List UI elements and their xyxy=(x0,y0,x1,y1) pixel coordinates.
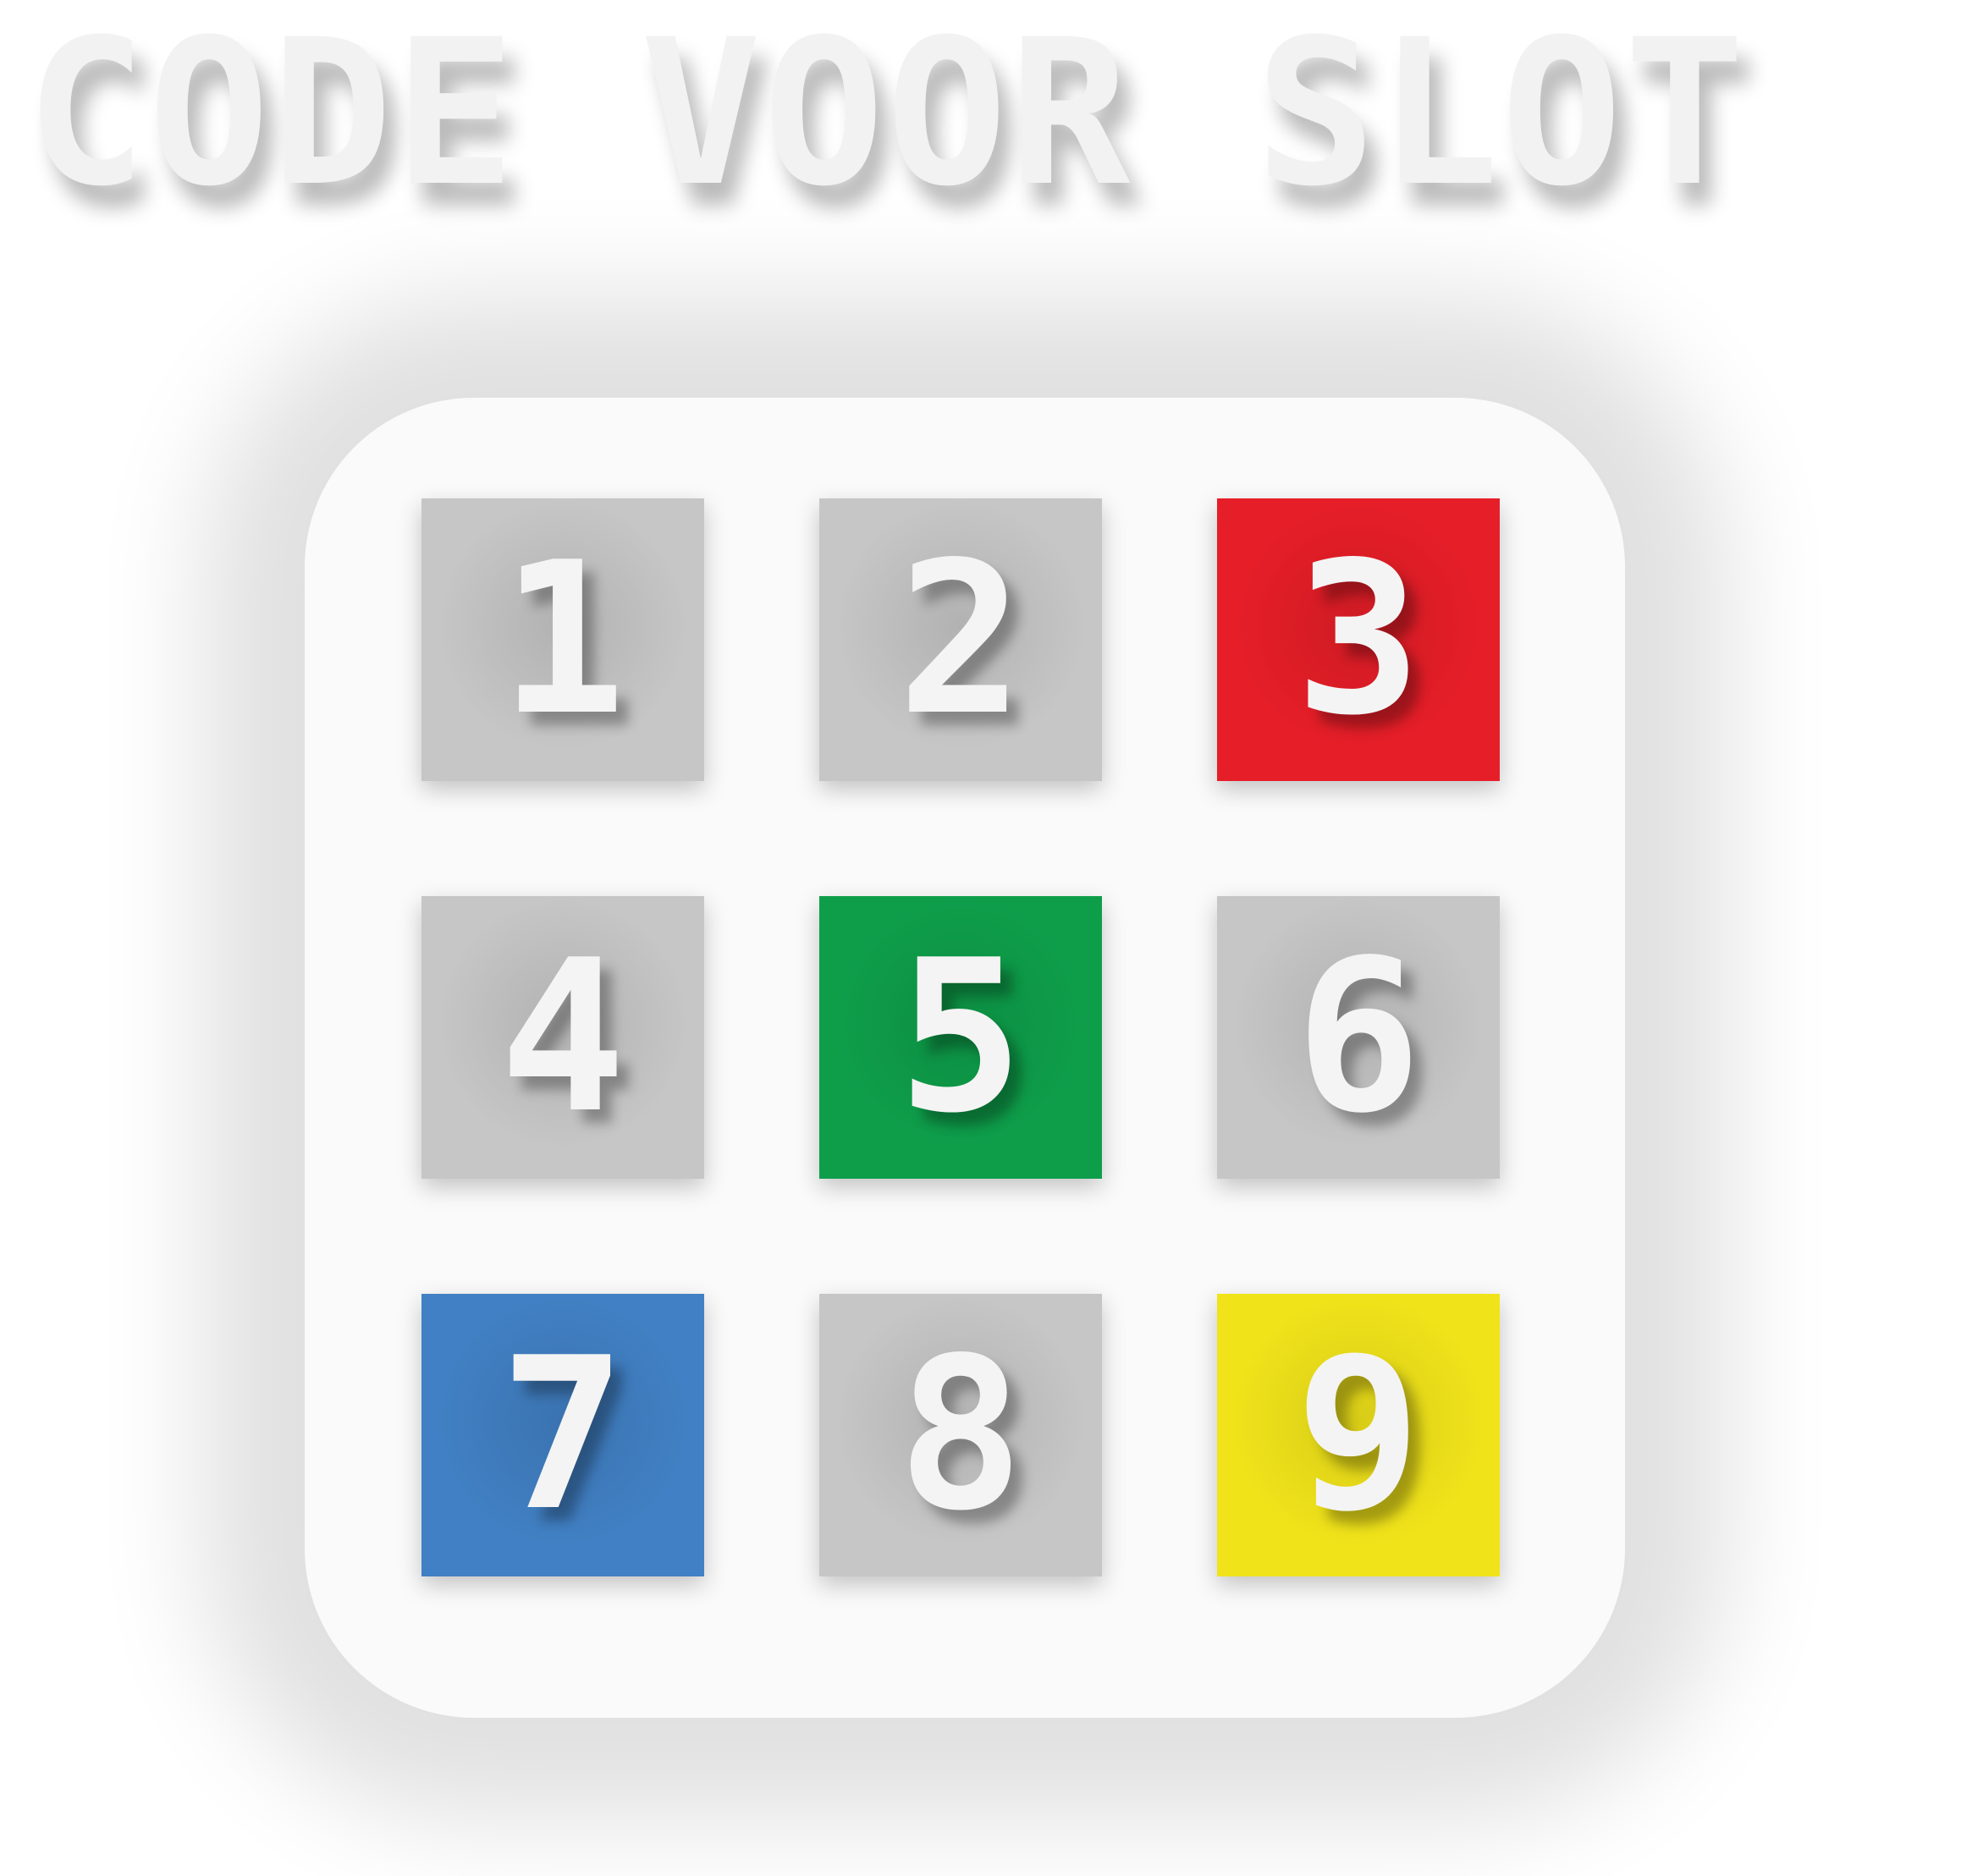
keypad: 1 2 3 4 5 6 7 8 9 xyxy=(421,498,1500,1576)
keypad-key-5[interactable]: 5 xyxy=(819,896,1102,1179)
key-label: 1 xyxy=(499,518,626,762)
page-title: CODE VOOR SLOT 1: xyxy=(25,0,1748,231)
keypad-key-1[interactable]: 1 xyxy=(421,498,704,781)
keypad-key-3[interactable]: 3 xyxy=(1217,498,1500,781)
key-label: 5 xyxy=(897,916,1024,1159)
key-label: 3 xyxy=(1295,518,1422,762)
keypad-key-9[interactable]: 9 xyxy=(1217,1294,1500,1576)
page: CODE VOOR SLOT 1: 1 2 3 4 5 6 7 8 9 xyxy=(0,0,1961,1876)
key-label: 4 xyxy=(499,916,626,1159)
keypad-key-6[interactable]: 6 xyxy=(1217,896,1500,1179)
key-label: 7 xyxy=(499,1313,626,1557)
keypad-key-4[interactable]: 4 xyxy=(421,896,704,1179)
keypad-key-7[interactable]: 7 xyxy=(421,1294,704,1576)
keypad-key-2[interactable]: 2 xyxy=(819,498,1102,781)
key-label: 2 xyxy=(897,518,1024,762)
key-label: 8 xyxy=(897,1313,1024,1557)
key-label: 9 xyxy=(1295,1313,1422,1557)
keypad-key-8[interactable]: 8 xyxy=(819,1294,1102,1576)
key-label: 6 xyxy=(1295,916,1422,1159)
